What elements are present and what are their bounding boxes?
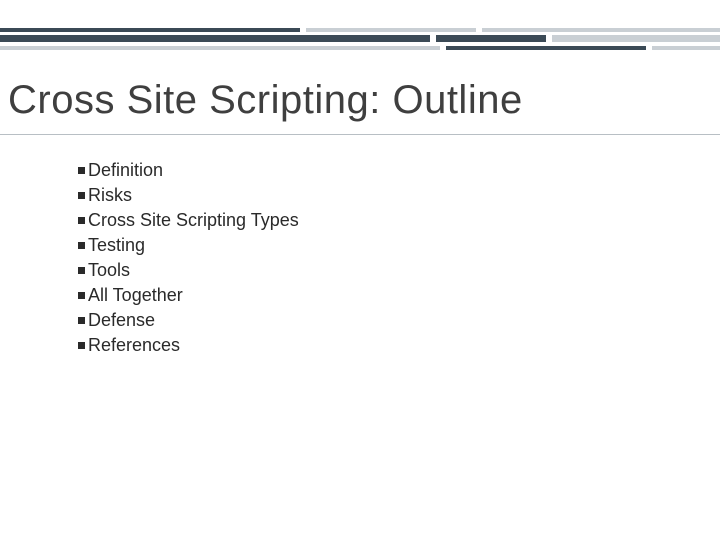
list-item-label: References [88, 333, 180, 358]
bullet-icon [78, 267, 85, 274]
list-item-label: Defense [88, 308, 155, 333]
slide: Cross Site Scripting: Outline Definition… [0, 0, 720, 540]
list-item: All Together [78, 283, 299, 308]
list-item-label: Risks [88, 183, 132, 208]
list-item: Definition [78, 158, 299, 183]
bullet-icon [78, 167, 85, 174]
decorative-bars [0, 28, 720, 53]
bullet-icon [78, 242, 85, 249]
list-item: Testing [78, 233, 299, 258]
list-item: Tools [78, 258, 299, 283]
list-item-label: Tools [88, 258, 130, 283]
list-item: References [78, 333, 299, 358]
list-item-label: Definition [88, 158, 163, 183]
title-underline [0, 134, 720, 135]
list-item: Cross Site Scripting Types [78, 208, 299, 233]
list-item: Defense [78, 308, 299, 333]
list-item: Risks [78, 183, 299, 208]
slide-title: Cross Site Scripting: Outline [8, 78, 523, 123]
list-item-label: Cross Site Scripting Types [88, 208, 299, 233]
bullet-icon [78, 317, 85, 324]
bullet-icon [78, 217, 85, 224]
bullet-icon [78, 192, 85, 199]
outline-list: Definition Risks Cross Site Scripting Ty… [78, 158, 299, 358]
bullet-icon [78, 292, 85, 299]
list-item-label: Testing [88, 233, 145, 258]
list-item-label: All Together [88, 283, 183, 308]
bullet-icon [78, 342, 85, 349]
